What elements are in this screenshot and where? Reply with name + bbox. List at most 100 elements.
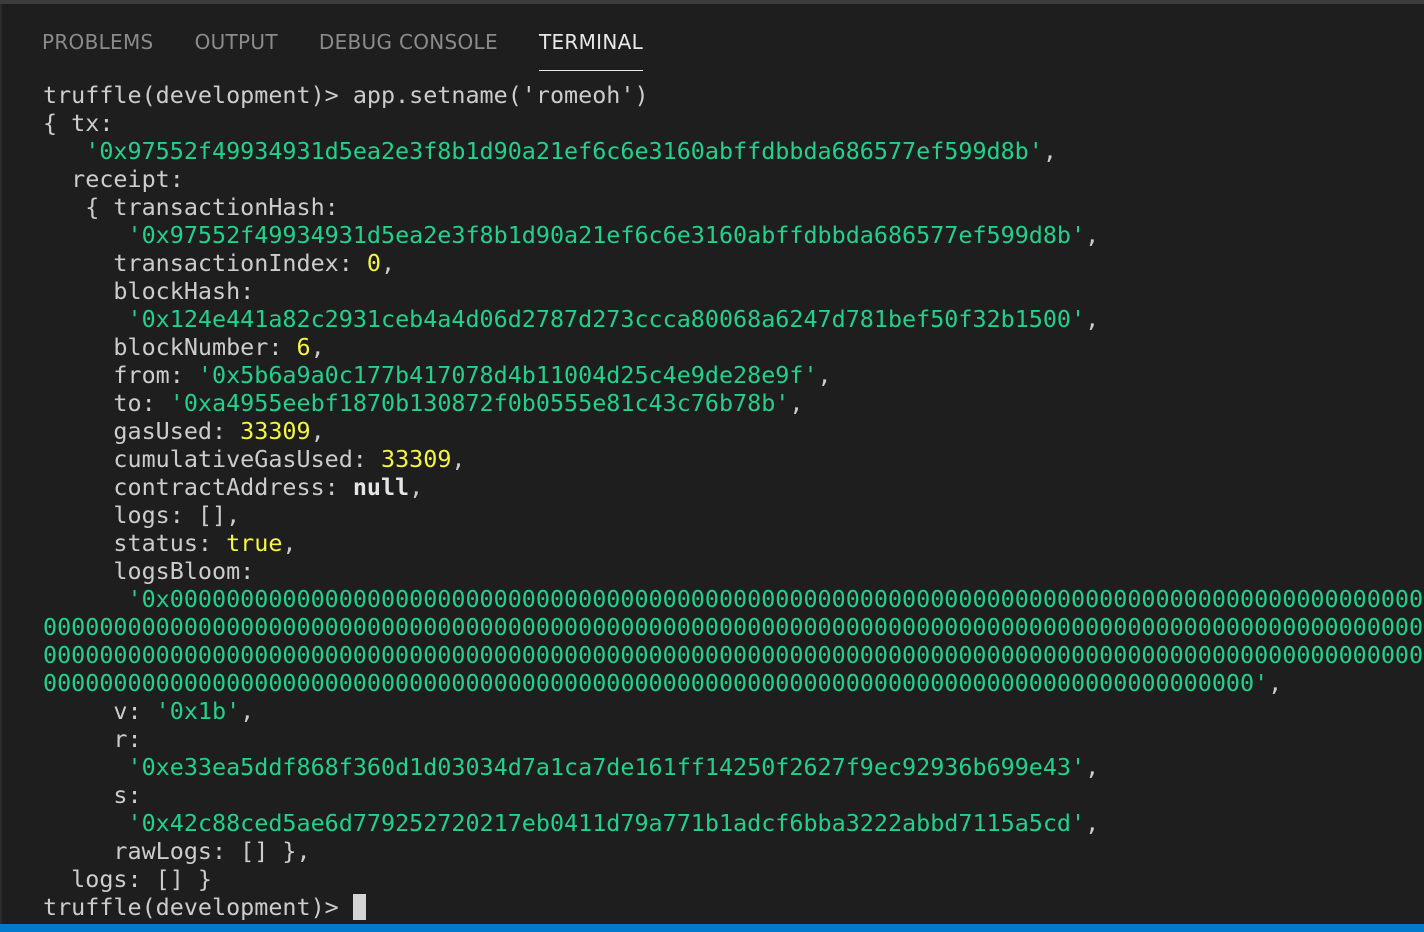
prompt-line[interactable]: truffle(development)> [43,893,1424,921]
terminal-output[interactable]: truffle(development)> app.setname('romeo… [43,81,1424,923]
comma: , [1085,809,1100,837]
transaction-index-key: transactionIndex: [43,249,367,277]
output-line: '0x42c88ced5ae6d779252720217eb0411d79a77… [43,809,1424,837]
output-line: gasUsed: 33309, [43,417,1424,445]
output-line: '0xe33ea5ddf868f360d1d03034d7a1ca7de161f… [43,753,1424,781]
logs-bloom-key: logsBloom: [43,557,255,585]
comma: , [409,473,424,501]
gas-used-key: gasUsed: [43,417,241,445]
output-line: s: [43,781,1424,809]
output-line: { tx: [43,109,1424,137]
output-line: logs: [] } [43,865,1424,893]
transaction-hash-value: '0x97552f49934931d5ea2e3f8b1d90a21ef6c6e… [127,221,1086,249]
output-line: blockHash: [43,277,1424,305]
v-key: v: [43,697,156,725]
status-bar [0,924,1424,932]
block-number-value: 6 [296,333,311,361]
contract-address-key: contractAddress: [43,473,353,501]
status-value: true [226,529,283,557]
gas-used-value: 33309 [240,417,311,445]
output-line: transactionIndex: 0, [43,249,1424,277]
v-value: '0x1b' [155,697,241,725]
panel-top-border [0,0,1424,4]
receipt-key: receipt: [43,165,184,193]
cumulative-gas-used-key: cumulativeGasUsed: [43,445,381,473]
output-line: '0x0000000000000000000000000000000000000… [43,585,1424,613]
prompt: truffle(development)> [43,893,353,921]
tab-output[interactable]: OUTPUT [195,26,278,70]
output-line: cumulativeGasUsed: 33309, [43,445,1424,473]
output-line: { transactionHash: [43,193,1424,221]
comma: , [451,445,466,473]
transaction-hash-key: { transactionHash: [43,193,339,221]
output-line: contractAddress: null, [43,473,1424,501]
r-value: '0xe33ea5ddf868f360d1d03034d7a1ca7de161f… [127,753,1086,781]
comma: , [1085,753,1100,781]
from-value: '0x5b6a9a0c177b417078d4b11004d25c4e9de28… [197,361,818,389]
tx-hash: '0x97552f49934931d5ea2e3f8b1d90a21ef6c6e… [85,137,1043,165]
tab-terminal[interactable]: TERMINAL [538,26,644,71]
prompt: truffle(development)> [43,81,353,109]
output-line: v: '0x1b', [43,697,1424,725]
contract-address-value: null [352,473,410,501]
comma: , [1042,137,1057,165]
logs-bloom-value: 0000000000000000000000000000000000000000… [43,641,1424,669]
s-key: s: [43,781,142,809]
from-key: from: [43,361,198,389]
output-line: 0000000000000000000000000000000000000000… [43,641,1424,669]
comma: , [817,361,832,389]
block-hash-value: '0x124e441a82c2931ceb4a4d06d2787d273ccca… [127,305,1086,333]
output-line: from: '0x5b6a9a0c177b417078d4b11004d25c4… [43,361,1424,389]
panel-tabs: PROBLEMS OUTPUT DEBUG CONSOLE TERMINAL [42,26,644,72]
s-value: '0x42c88ced5ae6d779252720217eb0411d79a77… [127,809,1086,837]
logs-bloom-value: 0000000000000000000000000000000000000000… [43,669,1269,697]
comma: , [1085,305,1100,333]
logs-line: logs: [], [43,501,241,529]
cumulative-gas-used-value: 33309 [380,445,452,473]
command-text: app.setname('romeoh') [352,81,649,109]
output-line: logsBloom: [43,557,1424,585]
logs-end-line: logs: [] } [43,865,212,893]
comma: , [310,333,325,361]
r-key: r: [43,725,142,753]
to-value: '0xa4955eebf1870b130872f0b0555e81c43c76b… [169,389,790,417]
output-line: receipt: [43,165,1424,193]
output-line: blockNumber: 6, [43,333,1424,361]
logs-bloom-value: 0000000000000000000000000000000000000000… [43,613,1424,641]
logs-bloom-value: '0x0000000000000000000000000000000000000… [127,585,1424,613]
comma: , [1268,669,1283,697]
output-line: 0000000000000000000000000000000000000000… [43,669,1424,697]
block-number-key: blockNumber: [43,333,297,361]
status-key: status: [43,529,227,557]
raw-logs-line: rawLogs: [] }, [43,837,311,865]
output-line: 0000000000000000000000000000000000000000… [43,613,1424,641]
output-line: '0x97552f49934931d5ea2e3f8b1d90a21ef6c6e… [43,137,1424,165]
comma: , [310,417,325,445]
output-line: '0x124e441a82c2931ceb4a4d06d2787d273ccca… [43,305,1424,333]
tx-key: { tx: [43,109,114,137]
terminal-cursor [352,894,366,920]
comma: , [282,529,297,557]
comma: , [1085,221,1100,249]
output-line: '0x97552f49934931d5ea2e3f8b1d90a21ef6c6e… [43,221,1424,249]
block-hash-key: blockHash: [43,277,255,305]
command-line: truffle(development)> app.setname('romeo… [43,81,1424,109]
comma: , [381,249,396,277]
tab-debug-console[interactable]: DEBUG CONSOLE [319,26,498,70]
output-line: r: [43,725,1424,753]
tab-problems[interactable]: PROBLEMS [42,26,154,70]
output-line: to: '0xa4955eebf1870b130872f0b0555e81c43… [43,389,1424,417]
comma: , [789,389,804,417]
comma: , [240,697,255,725]
output-line: logs: [], [43,501,1424,529]
output-line: status: true, [43,529,1424,557]
panel-left-edge [0,4,2,924]
transaction-index-value: 0 [366,249,381,277]
output-line: rawLogs: [] }, [43,837,1424,865]
